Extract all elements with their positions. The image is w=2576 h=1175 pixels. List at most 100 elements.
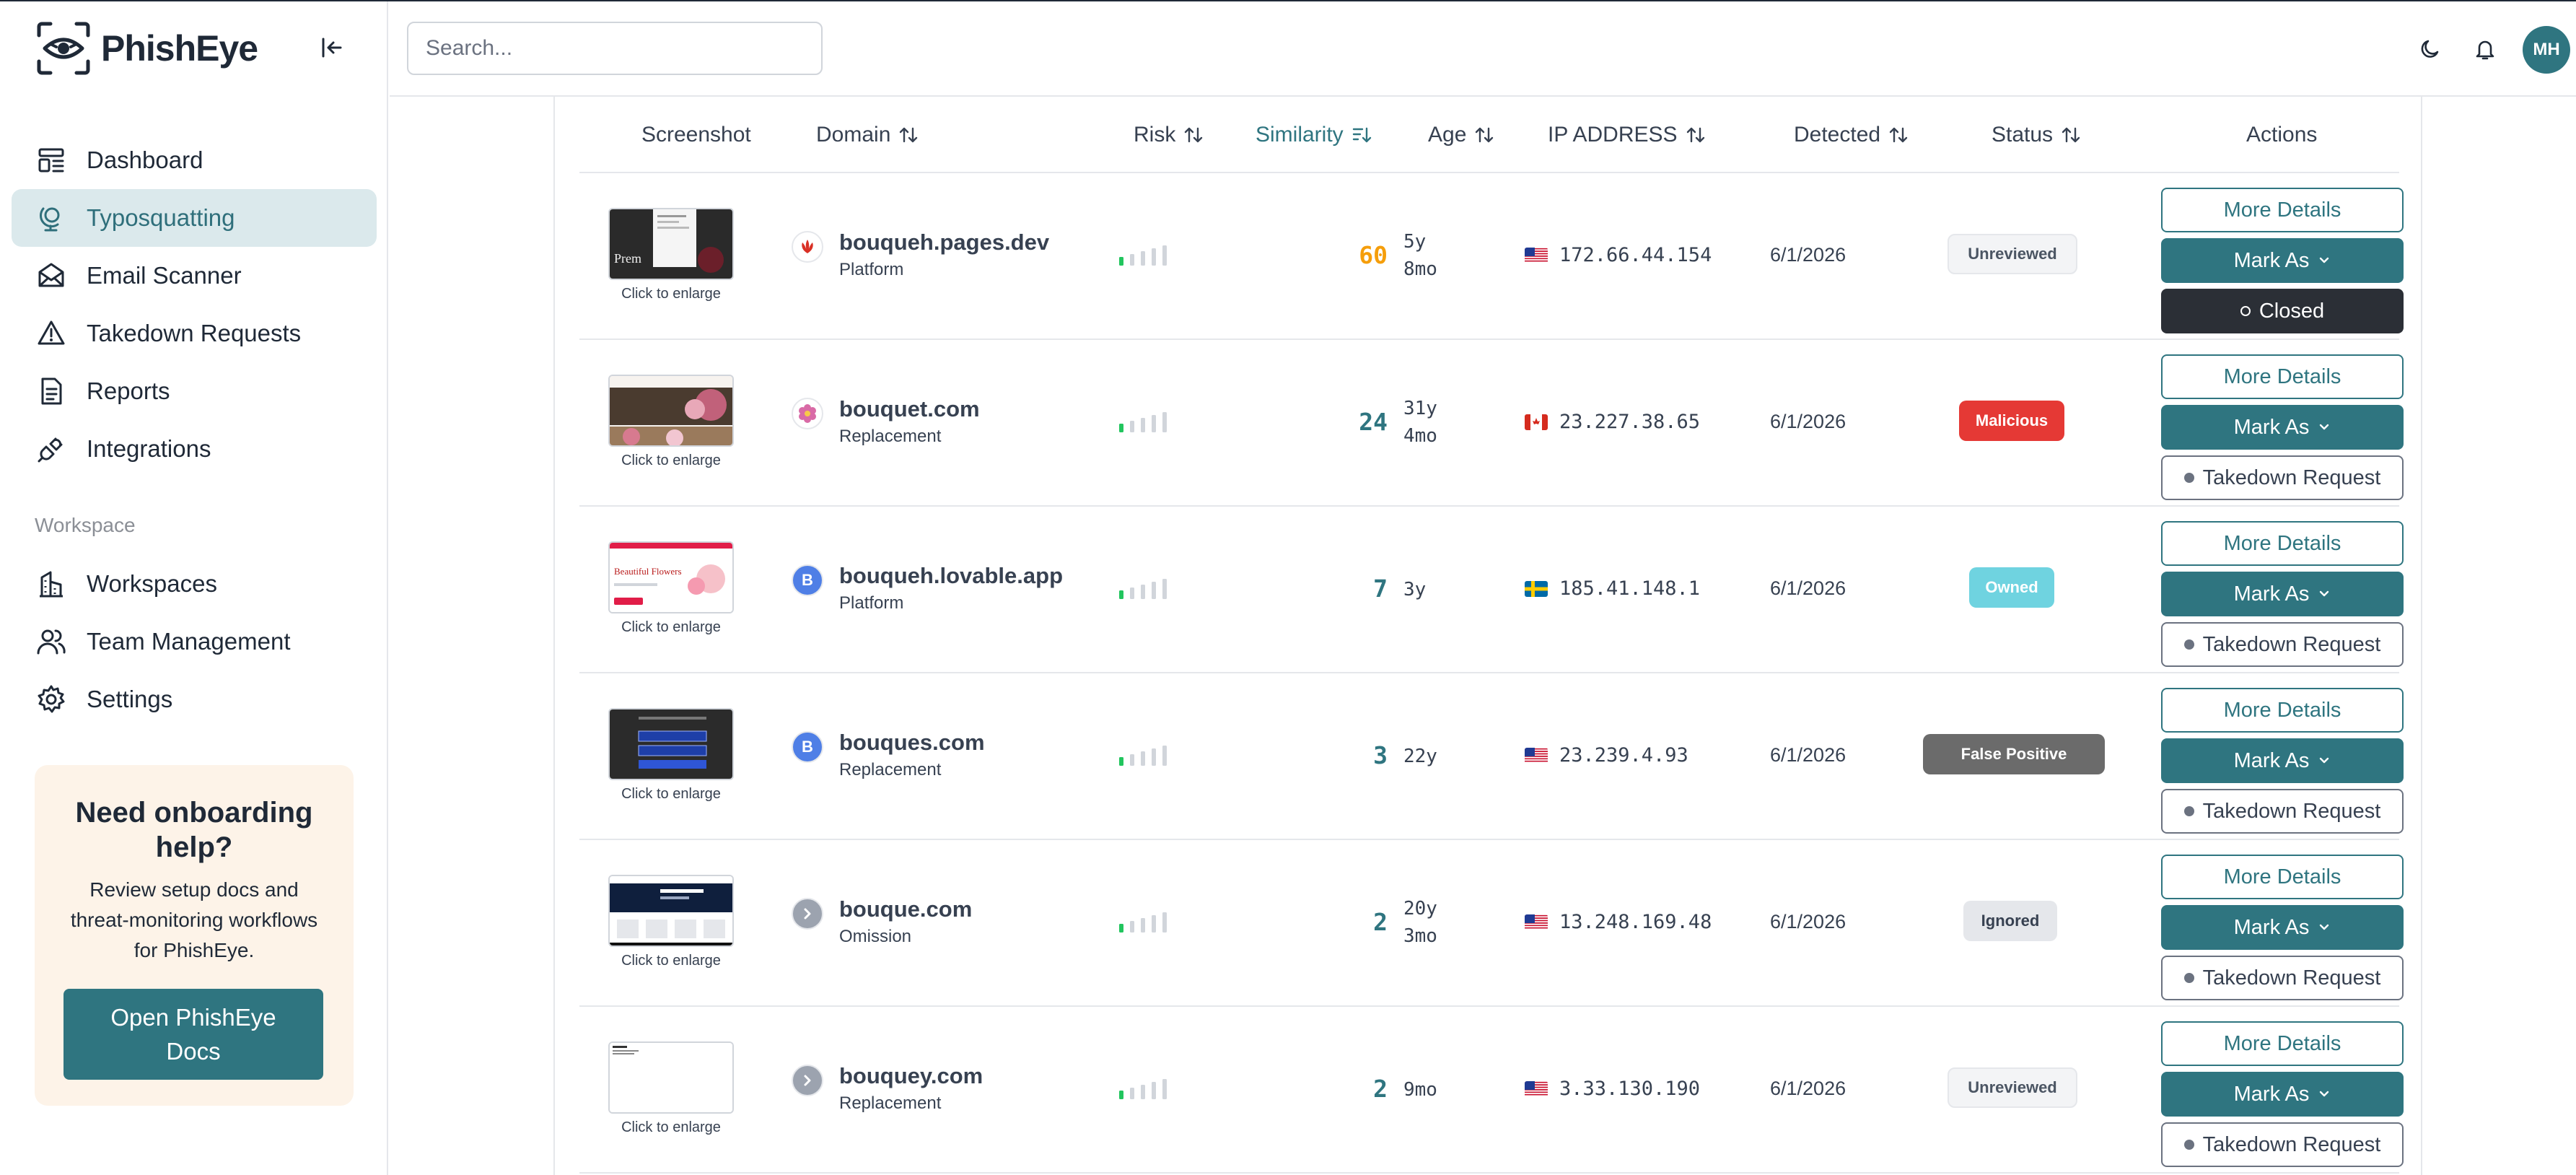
- enlarge-caption: Click to enlarge: [621, 619, 721, 635]
- col-risk[interactable]: Risk: [1134, 97, 1204, 173]
- dot-icon: [2183, 473, 2194, 483]
- ip-address: 13.248.169.48: [1525, 911, 1712, 933]
- more-details-button[interactable]: More Details: [2161, 521, 2404, 566]
- sidebar-item-team-management[interactable]: Team Management: [12, 613, 377, 671]
- domain-type: Replacement: [839, 1093, 942, 1113]
- mark-as-button[interactable]: Mark As: [2161, 405, 2404, 450]
- mark-as-button[interactable]: Mark As: [2161, 238, 2404, 283]
- collapse-sidebar-icon[interactable]: [316, 32, 348, 64]
- onboarding-title: Need onboarding help?: [75, 797, 313, 863]
- col-domain[interactable]: Domain: [816, 97, 919, 173]
- sidebar-item-takedown-requests[interactable]: Takedown Requests: [12, 305, 377, 362]
- more-details-button[interactable]: More Details: [2161, 855, 2404, 899]
- search-input[interactable]: [407, 22, 823, 75]
- sort-desc-icon: [1352, 127, 1371, 143]
- enlarge-caption: Click to enlarge: [621, 953, 721, 969]
- screenshot-thumbnail[interactable]: Beautiful Flowers: [608, 541, 734, 613]
- open-docs-button[interactable]: Open PhishEye Docs: [63, 989, 323, 1080]
- ip-address: 172.66.44.154: [1525, 244, 1712, 266]
- col-detected[interactable]: Detected: [1794, 97, 1909, 173]
- sidebar-item-label: Dashboard: [87, 147, 203, 173]
- moon-icon[interactable]: [2416, 35, 2445, 64]
- sidebar-item-typosquatting[interactable]: Typosquatting: [12, 189, 377, 247]
- sidebar-item-integrations[interactable]: Integrations: [12, 420, 377, 478]
- status-badge: Malicious: [1959, 401, 2064, 441]
- domain-type: Platform: [839, 593, 904, 613]
- domain-link[interactable]: bouquet.com: [839, 396, 980, 422]
- bell-icon[interactable]: [2471, 35, 2500, 64]
- more-details-button[interactable]: More Details: [2161, 1021, 2404, 1066]
- takedown-request-button[interactable]: Takedown Request: [2161, 622, 2404, 667]
- domain-type: Replacement: [839, 427, 942, 446]
- brand[interactable]: PhishEye: [36, 20, 258, 77]
- sidebar-item-email-scanner[interactable]: Email Scanner: [12, 247, 377, 305]
- risk-bar: [1162, 1079, 1167, 1099]
- users-icon: [37, 629, 66, 655]
- screenshot-thumbnail[interactable]: [608, 375, 734, 447]
- plug-icon: [38, 437, 63, 463]
- domain-link[interactable]: bouquey.com: [839, 1063, 983, 1089]
- risk-bar: [1152, 1082, 1156, 1099]
- svg-text:Prem: Prem: [614, 251, 641, 266]
- more-details-button[interactable]: More Details: [2161, 354, 2404, 399]
- table-header: Screenshot Domain Risk Similarity Age IP…: [579, 97, 2399, 173]
- avatar[interactable]: MH: [2523, 26, 2570, 74]
- col-age[interactable]: Age: [1428, 97, 1495, 173]
- col-status[interactable]: Status: [1992, 97, 2082, 173]
- sidebar: PhishEye Dashboard Typosquatting Email S…: [0, 1, 388, 1175]
- sidebar-item-label: Email Scanner: [87, 262, 242, 289]
- risk-bar: [1141, 751, 1145, 766]
- closed-button[interactable]: Closed: [2161, 289, 2404, 333]
- domain-link[interactable]: bouque.com: [839, 896, 972, 922]
- building-icon: [40, 571, 63, 598]
- domain-type: Replacement: [839, 760, 942, 779]
- sort-icon: [1185, 127, 1203, 143]
- globe-stand-icon: [40, 207, 60, 232]
- mark-as-button[interactable]: Mark As: [2161, 572, 2404, 616]
- risk-bar: [1162, 245, 1167, 266]
- risk-meter: [1119, 912, 1167, 932]
- us-flag-icon: [1525, 914, 1548, 930]
- screenshot-thumbnail[interactable]: [608, 708, 734, 780]
- risk-bar: [1130, 754, 1134, 766]
- brand-name: PhishEye: [101, 28, 258, 69]
- sidebar-item-reports[interactable]: Reports: [12, 362, 377, 420]
- domain-age: 5y 8mo: [1403, 231, 1437, 280]
- mark-as-button[interactable]: Mark As: [2161, 1072, 2404, 1117]
- us-flag-icon: [1525, 747, 1548, 764]
- detected-date: 6/1/2026: [1770, 244, 1846, 266]
- screenshot-thumbnail[interactable]: [608, 875, 734, 947]
- table-row: Prem Click to enlarge bouqueh.pages.dev …: [579, 173, 2404, 340]
- screenshot-thumbnail[interactable]: [608, 1041, 734, 1114]
- sidebar-item-dashboard[interactable]: Dashboard: [12, 131, 377, 189]
- risk-bar: [1162, 412, 1167, 432]
- takedown-request-button[interactable]: Takedown Request: [2161, 1122, 2404, 1167]
- screenshot-thumbnail[interactable]: Prem: [608, 208, 734, 280]
- sidebar-item-settings[interactable]: Settings: [12, 671, 377, 728]
- col-ip-address[interactable]: IP ADDRESS: [1548, 97, 1707, 173]
- more-details-button[interactable]: More Details: [2161, 688, 2404, 733]
- takedown-request-button[interactable]: Takedown Request: [2161, 789, 2404, 834]
- risk-bar: [1141, 585, 1145, 599]
- domain-link[interactable]: bouqueh.lovable.app: [839, 563, 1063, 589]
- risk-bar: [1162, 579, 1167, 599]
- similarity-score: 24: [1359, 408, 1388, 436]
- takedown-request-button[interactable]: Takedown Request: [2161, 956, 2404, 1000]
- table-row: Click to enlarge bouquet.com Replacement…: [579, 340, 2404, 507]
- takedown-request-button[interactable]: Takedown Request: [2161, 455, 2404, 500]
- dashboard-icon: [38, 148, 64, 172]
- risk-bar: [1141, 418, 1145, 432]
- mark-as-button[interactable]: Mark As: [2161, 738, 2404, 783]
- ip-address: 23.239.4.93: [1525, 744, 1688, 766]
- typosquatting-table-panel: Screenshot Domain Risk Similarity Age IP…: [553, 97, 2422, 1175]
- more-details-button[interactable]: More Details: [2161, 188, 2404, 232]
- table-row: Click to enlarge B bouques.com Replaceme…: [579, 673, 2404, 840]
- domain-type: Omission: [839, 927, 912, 946]
- similarity-score: 7: [1373, 575, 1388, 603]
- domain-link[interactable]: bouqueh.pages.dev: [839, 230, 1049, 255]
- mark-as-button[interactable]: Mark As: [2161, 905, 2404, 950]
- risk-bar: [1130, 588, 1134, 599]
- sidebar-item-workspaces[interactable]: Workspaces: [12, 555, 377, 613]
- col-similarity[interactable]: Similarity: [1256, 97, 1372, 173]
- domain-link[interactable]: bouques.com: [839, 730, 985, 756]
